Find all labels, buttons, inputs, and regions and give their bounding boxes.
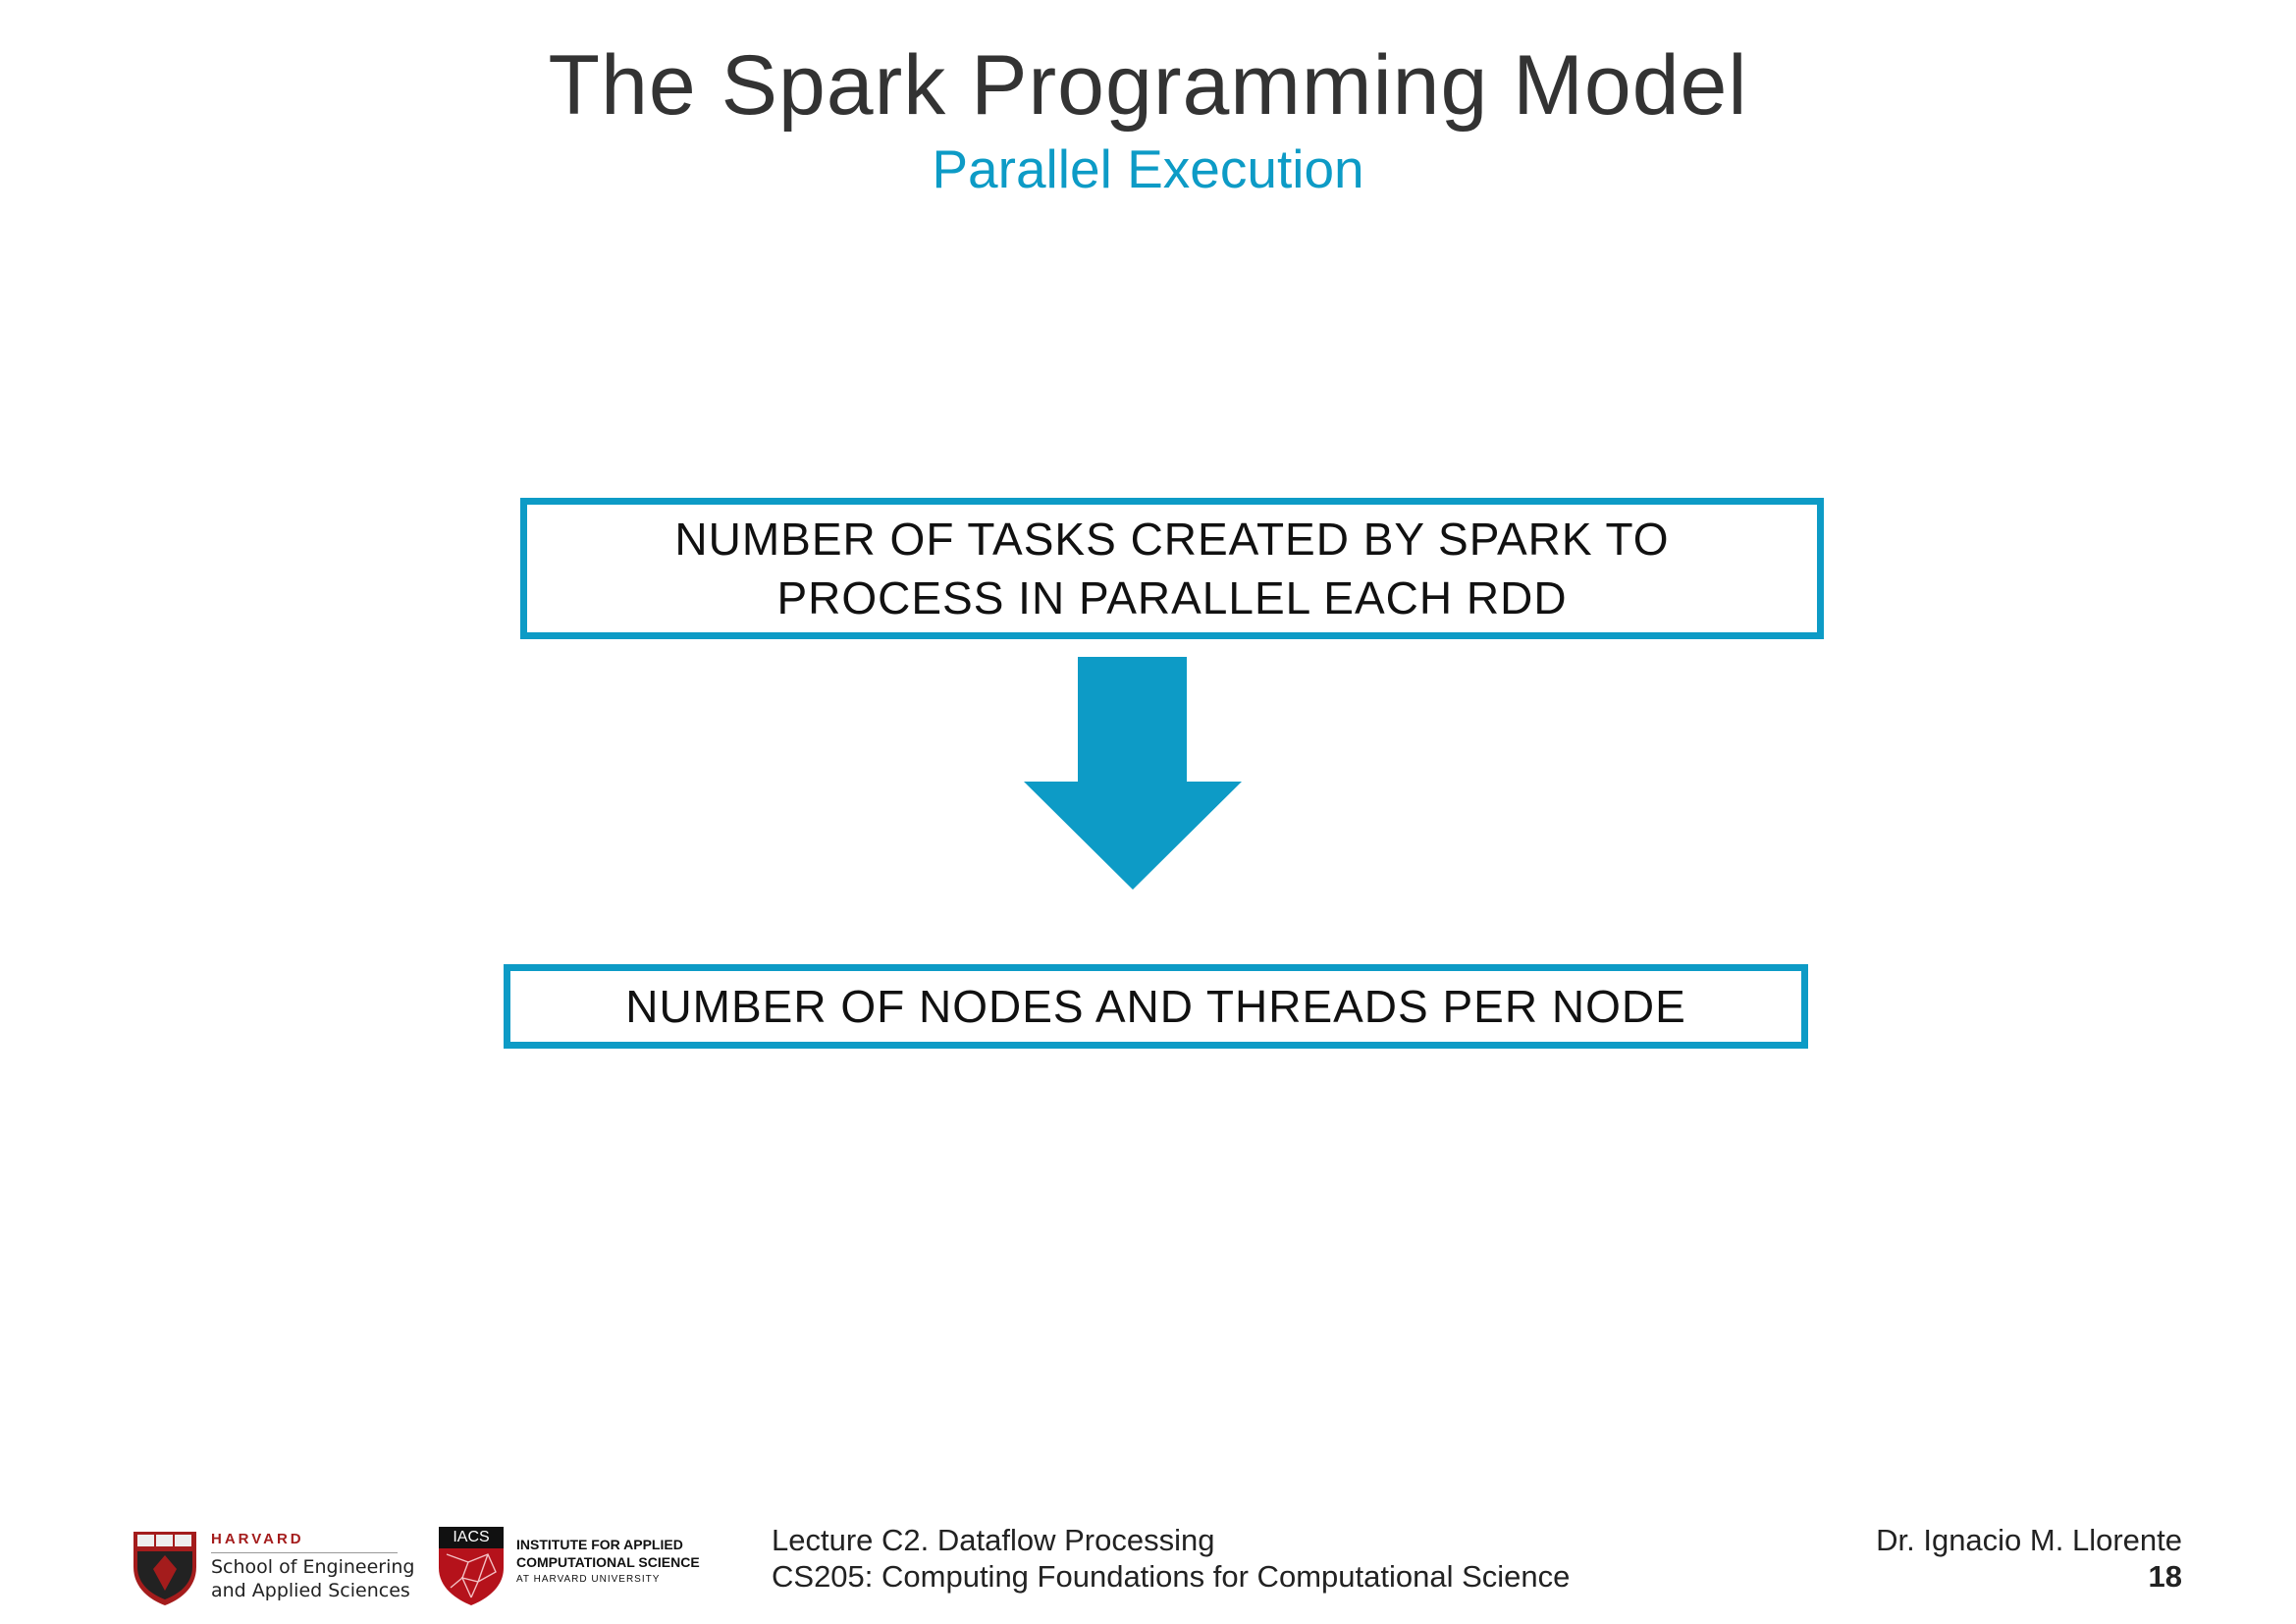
lecture-info: Lecture C2. Dataflow Processing CS205: C… [772,1522,1570,1595]
author-name: Dr. Ignacio M. Llorente [1876,1523,2182,1557]
harvard-school-line: School of Engineering [211,1556,415,1578]
slide-subtitle: Parallel Execution [932,138,1364,199]
arrow-down-icon [1024,657,1242,890]
author-info: Dr. Ignacio M. Llorente 18 [1876,1522,2182,1595]
course-title: CS205: Computing Foundations for Computa… [772,1559,1571,1594]
iacs-logo: IACS INSTITUTE FOR APPLIED COMPUTATIONAL… [439,1527,733,1605]
tasks-box: NUMBER OF TASKS CREATED BY SPARK TO PROC… [520,498,1824,639]
harvard-seas-logo: HARVARD School of Engineering and Applie… [132,1527,414,1605]
iacs-line-3: AT HARVARD UNIVERSITY [516,1574,661,1585]
nodes-box: NUMBER OF NODES AND THREADS PER NODE [504,964,1808,1049]
harvard-divider [211,1552,398,1553]
tasks-box-line-2: PROCESS IN PARALLEL EACH RDD [776,572,1568,623]
harvard-sciences-line: and Applied Sciences [211,1580,410,1601]
harvard-shield-icon [133,1532,196,1605]
iacs-shield-icon [439,1548,504,1605]
iacs-line-2: COMPUTATIONAL SCIENCE [516,1554,700,1570]
iacs-badge: IACS [439,1527,504,1548]
tasks-box-text: NUMBER OF TASKS CREATED BY SPARK TO PROC… [674,510,1669,627]
harvard-name: HARVARD [211,1531,304,1547]
iacs-line-1: INSTITUTE FOR APPLIED [516,1537,683,1552]
tasks-box-line-1: NUMBER OF TASKS CREATED BY SPARK TO [674,514,1670,565]
page-number: 18 [2148,1559,2182,1594]
arrow-shape [1024,657,1242,890]
slide-title: The Spark Programming Model [548,38,1748,133]
nodes-box-text: NUMBER OF NODES AND THREADS PER NODE [625,981,1686,1032]
lecture-title: Lecture C2. Dataflow Processing [772,1523,1215,1557]
